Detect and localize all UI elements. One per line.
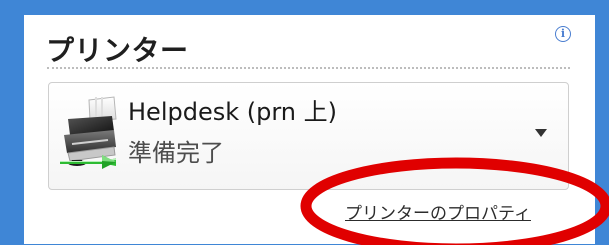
selected-printer-name: Helpdesk (prn 上) (128, 98, 337, 126)
printer-icon (60, 96, 117, 169)
chevron-down-icon[interactable] (535, 129, 547, 137)
window-frame-left (0, 0, 24, 244)
printer-status-text: 準備完了 (128, 139, 224, 167)
section-title: プリンター (46, 34, 189, 67)
printer-properties-link[interactable]: プリンターのプロパティ (345, 199, 531, 224)
info-icon[interactable]: i (555, 26, 571, 42)
dotted-divider (47, 67, 570, 69)
printer-panel: プリンター i Helpdesk (prn 上) 準備完了 プリンターのプロパテ… (24, 15, 595, 244)
window-frame-right (595, 0, 609, 244)
window-frame-top (0, 0, 609, 15)
printer-dropdown[interactable]: Helpdesk (prn 上) 準備完了 (48, 82, 569, 190)
